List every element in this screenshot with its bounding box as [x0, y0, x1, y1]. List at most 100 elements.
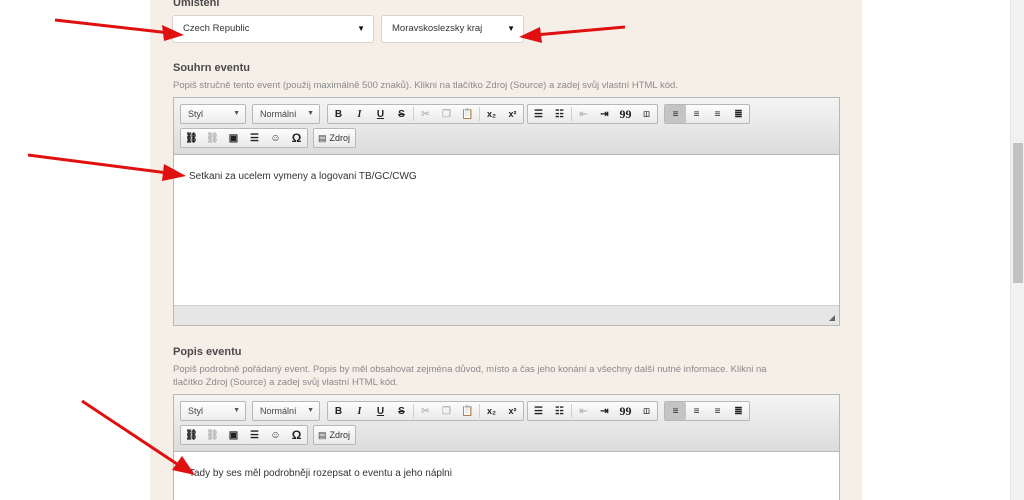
paste-icon[interactable]: 📋 [457, 402, 478, 420]
paste-icon[interactable]: 📋 [457, 105, 478, 123]
image-icon[interactable]: ▣ [223, 129, 244, 147]
toolbar-separator [571, 404, 572, 418]
horizontal-rule-icon[interactable]: ☰ [244, 129, 265, 147]
bold-button[interactable]: B [328, 105, 349, 123]
details-editor: Styl ▼ Normální ▼ B I U S ✂ ❐ 📋 x₂ x² ☰ … [173, 394, 840, 500]
source-button-label: Zdroj [329, 133, 351, 143]
toolbar-separator [479, 404, 480, 418]
align-justify-icon[interactable]: ≣ [728, 402, 749, 420]
align-center-icon[interactable]: ≡ [686, 402, 707, 420]
resize-grip-icon[interactable] [829, 315, 835, 321]
underline-button[interactable]: U [370, 105, 391, 123]
chevron-down-icon: ▼ [233, 110, 240, 117]
summary-editor-content[interactable]: Setkani za ucelem vymeny a logovani TB/G… [174, 155, 839, 305]
align-buttons: ≡ ≡ ≡ ≣ [664, 401, 750, 421]
align-right-icon[interactable]: ≡ [707, 105, 728, 123]
bold-button[interactable]: B [328, 402, 349, 420]
image-icon[interactable]: ▣ [223, 426, 244, 444]
style-combo-label: Styl [188, 109, 204, 119]
toolbar-separator [413, 404, 414, 418]
page-scrollbar[interactable] [1010, 0, 1024, 500]
summary-description: Popiš stručně tento event (použij maximá… [173, 80, 678, 91]
smiley-icon[interactable]: ☺ [265, 129, 286, 147]
blockquote-icon[interactable]: 99 [615, 105, 636, 123]
format-buttons: B I U S ✂ ❐ 📋 x₂ x² [327, 401, 524, 421]
blockquote-icon[interactable]: 99 [615, 402, 636, 420]
align-right-icon[interactable]: ≡ [707, 402, 728, 420]
align-justify-icon[interactable]: ≣ [728, 105, 749, 123]
details-label: Popis eventu [173, 346, 242, 358]
format-combo[interactable]: Normální ▼ [252, 104, 320, 124]
unlink-icon[interactable]: ⛓ [202, 426, 223, 444]
format-combo-label: Normální [260, 406, 297, 416]
style-combo[interactable]: Styl ▼ [180, 401, 246, 421]
superscript-button[interactable]: x² [502, 105, 523, 123]
subscript-button[interactable]: x₂ [481, 402, 502, 420]
insert-buttons: ⛓ ⛓ ▣ ☰ ☺ Ω [180, 425, 308, 445]
style-combo[interactable]: Styl ▼ [180, 104, 246, 124]
cut-icon[interactable]: ✂ [415, 402, 436, 420]
details-description-line2: tlačítko Zdroj (Source) a zadej svůj vla… [173, 377, 399, 388]
unlink-icon[interactable]: ⛓ [202, 129, 223, 147]
strike-button[interactable]: S [391, 402, 412, 420]
details-description-line1: Popiš podrobně pořádaný event. Popis by … [173, 364, 767, 375]
summary-label: Souhrn eventu [173, 62, 251, 74]
chevron-down-icon: ▼ [307, 110, 314, 117]
chevron-down-icon: ▼ [507, 24, 515, 33]
smiley-icon[interactable]: ☺ [265, 426, 286, 444]
format-buttons: B I U S ✂ ❐ 📋 x₂ x² [327, 104, 524, 124]
bullet-list-icon[interactable]: ☷ [549, 105, 570, 123]
style-combo-label: Styl [188, 406, 204, 416]
copy-icon[interactable]: ❐ [436, 402, 457, 420]
align-buttons: ≡ ≡ ≡ ≣ [664, 104, 750, 124]
align-left-icon[interactable]: ≡ [665, 105, 686, 123]
div-icon[interactable]: ◫ [636, 105, 657, 123]
paragraph-buttons: ☰ ☷ ⇤ ⇥ 99 ◫ [527, 401, 658, 421]
link-icon[interactable]: ⛓ [181, 129, 202, 147]
horizontal-rule-icon[interactable]: ☰ [244, 426, 265, 444]
details-editor-toolbar: Styl ▼ Normální ▼ B I U S ✂ ❐ 📋 x₂ x² ☰ … [174, 395, 839, 452]
summary-editor: Styl ▼ Normální ▼ B I U S ✂ ❐ 📋 x₂ x² ☰ … [173, 97, 840, 326]
special-char-icon[interactable]: Ω [286, 129, 307, 147]
indent-icon[interactable]: ⇥ [594, 105, 615, 123]
chevron-down-icon: ▼ [233, 407, 240, 414]
summary-editor-footer [174, 305, 839, 325]
special-char-icon[interactable]: Ω [286, 426, 307, 444]
copy-icon[interactable]: ❐ [436, 105, 457, 123]
numbered-list-icon[interactable]: ☰ [528, 105, 549, 123]
strike-button[interactable]: S [391, 105, 412, 123]
outdent-icon[interactable]: ⇤ [573, 402, 594, 420]
summary-editor-toolbar: Styl ▼ Normální ▼ B I U S ✂ ❐ 📋 x₂ x² ☰ … [174, 98, 839, 155]
link-icon[interactable]: ⛓ [181, 426, 202, 444]
superscript-button[interactable]: x² [502, 402, 523, 420]
region-select[interactable]: Moravskoslezsky kraj ▼ [381, 15, 524, 43]
div-icon[interactable]: ◫ [636, 402, 657, 420]
toolbar-separator [413, 107, 414, 121]
align-center-icon[interactable]: ≡ [686, 105, 707, 123]
scrollbar-thumb[interactable] [1013, 143, 1023, 283]
numbered-list-icon[interactable]: ☰ [528, 402, 549, 420]
chevron-down-icon: ▼ [357, 24, 365, 33]
source-button-label: Zdroj [329, 430, 351, 440]
italic-button[interactable]: I [349, 105, 370, 123]
format-combo[interactable]: Normální ▼ [252, 401, 320, 421]
summary-text: Setkani za ucelem vymeny a logovani TB/G… [189, 171, 417, 182]
details-editor-content[interactable]: Tady by ses měl podrobněji rozepsat o ev… [174, 452, 839, 500]
source-button[interactable]: ▤ Zdroj [313, 128, 357, 148]
outdent-icon[interactable]: ⇤ [573, 105, 594, 123]
source-icon: ▤ [318, 430, 327, 440]
indent-icon[interactable]: ⇥ [594, 402, 615, 420]
location-label: Umístění [173, 0, 220, 9]
underline-button[interactable]: U [370, 402, 391, 420]
align-left-icon[interactable]: ≡ [665, 402, 686, 420]
country-select[interactable]: Czech Republic ▼ [172, 15, 374, 43]
subscript-button[interactable]: x₂ [481, 105, 502, 123]
toolbar-separator [571, 107, 572, 121]
country-select-value: Czech Republic [183, 23, 250, 34]
italic-button[interactable]: I [349, 402, 370, 420]
region-select-value: Moravskoslezsky kraj [392, 23, 483, 34]
bullet-list-icon[interactable]: ☷ [549, 402, 570, 420]
source-button[interactable]: ▤ Zdroj [313, 425, 357, 445]
paragraph-buttons: ☰ ☷ ⇤ ⇥ 99 ◫ [527, 104, 658, 124]
cut-icon[interactable]: ✂ [415, 105, 436, 123]
